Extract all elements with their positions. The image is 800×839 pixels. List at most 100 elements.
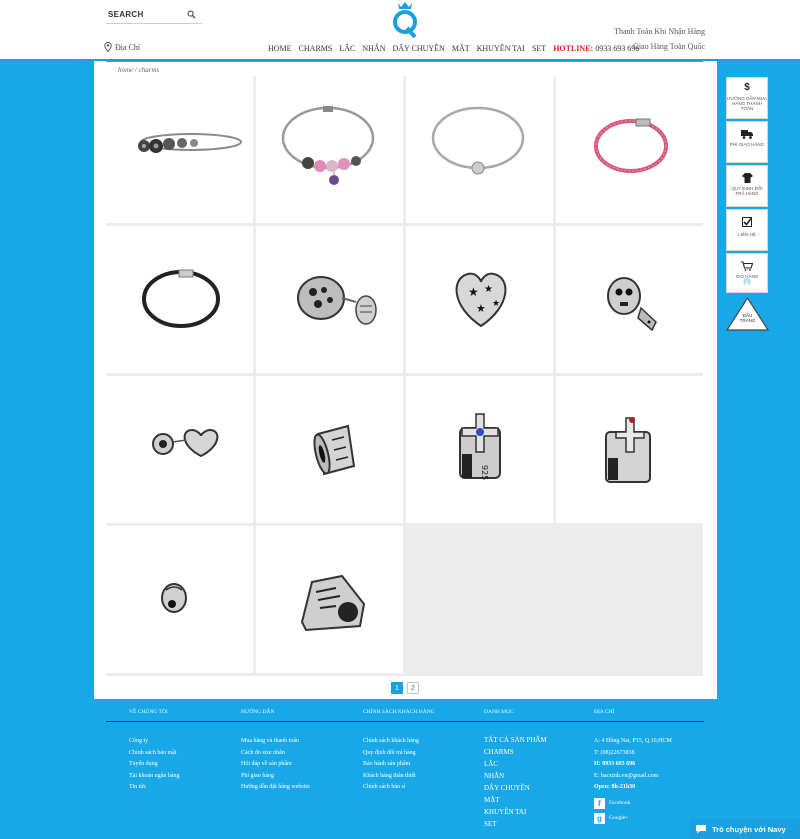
- nav-lac[interactable]: LẮC: [339, 44, 355, 53]
- footer-link[interactable]: Khách hàng thân thiết: [363, 771, 435, 783]
- nav-khuyen-tai[interactable]: KHUYÊN TAI: [477, 44, 525, 53]
- back-to-top-label: ĐẦU TRANG: [739, 313, 756, 323]
- footer-open: Open: 8h-21h30: [594, 784, 636, 790]
- cross-blue-stone-charm-image: 925: [459, 413, 501, 480]
- footer-col-guide: Hướng dẫn Mua hàng và thanh toán Cách đo…: [241, 709, 310, 794]
- sidebar-item-label: Phí giao hàng: [729, 142, 765, 147]
- footer-link[interactable]: NHẪN: [484, 770, 547, 782]
- gift-box-cross-charm-image: [605, 417, 651, 483]
- sidebar-item-shipping-fee[interactable]: Phí giao hàng: [726, 121, 768, 163]
- hotline[interactable]: HOTLINE: 0933 693 696: [553, 44, 639, 53]
- sidebar-item-payment-guide[interactable]: $ Hướng dẫn mua hàng thanh toán: [726, 77, 768, 119]
- product-card[interactable]: [256, 226, 403, 373]
- cart-count: (0): [743, 279, 751, 285]
- footer-link[interactable]: Tuyển dụng: [129, 759, 179, 771]
- pagination: 1 2: [391, 682, 419, 694]
- product-card[interactable]: [556, 76, 703, 223]
- footer-link[interactable]: TẤT CẢ SẢN PHẨM: [484, 734, 547, 746]
- hotline-label: HOTLINE:: [553, 44, 594, 53]
- product-card[interactable]: [106, 376, 253, 523]
- footer-col-contact: Địa chỉ A: 4 Đồng Nai, P15, Q.10,HCM T: …: [594, 709, 672, 824]
- logo-icon[interactable]: [389, 0, 421, 38]
- product-card[interactable]: [106, 526, 253, 673]
- facebook-icon: f: [594, 797, 605, 809]
- search-box[interactable]: SEARCH: [106, 6, 202, 24]
- product-card[interactable]: [556, 226, 703, 373]
- black-leather-bracelet-image: [142, 269, 220, 328]
- page-2-button[interactable]: 2: [407, 682, 419, 694]
- search-input[interactable]: SEARCH: [108, 10, 144, 19]
- footer-col-about: Về chúng tôi Công ty Chính sách bảo mật …: [129, 709, 179, 794]
- checkbox-icon: [742, 217, 752, 227]
- main-content: home / charms ★ ★ ★ ★ 925 1 2: [94, 61, 717, 699]
- google-plus-link[interactable]: g Google+: [594, 812, 672, 824]
- footer-link[interactable]: Công ty: [129, 736, 179, 748]
- product-card[interactable]: ★ ★ ★ ★: [406, 226, 553, 373]
- nav-home[interactable]: HOME: [268, 44, 292, 53]
- footer-email[interactable]: E: bacxinh.vn@gmail.com: [594, 771, 672, 783]
- product-grid: ★ ★ ★ ★ 925: [106, 76, 703, 676]
- footer-link[interactable]: Phí giao hàng: [241, 771, 310, 783]
- skull-charm-image: [607, 277, 657, 332]
- svg-text:925: 925: [480, 465, 489, 480]
- shoe-charm-image: [300, 574, 366, 632]
- shipping-notice: Giao Hàng Toàn Quốc: [633, 42, 705, 51]
- product-card[interactable]: [556, 376, 703, 523]
- footer-link[interactable]: Hướng dẫn đặt hàng website: [241, 782, 310, 794]
- charm-bracelet-pink-image: [281, 106, 375, 185]
- nav-day-chuyen[interactable]: DÂY CHUYỀN: [392, 44, 444, 53]
- sidebar-item-cart[interactable]: Giỏ hàng (0): [726, 253, 768, 293]
- site-footer: Về chúng tôi Công ty Chính sách bảo mật …: [94, 699, 717, 839]
- footer-link[interactable]: MẶT: [484, 794, 547, 806]
- footer-link[interactable]: Chính sách bảo mật: [129, 748, 179, 760]
- product-card[interactable]: 925: [406, 376, 553, 523]
- footer-link[interactable]: SET: [484, 818, 547, 830]
- pink-leather-bracelet-image: [594, 118, 668, 173]
- product-card[interactable]: [106, 76, 253, 223]
- google-plus-label: Google+: [609, 815, 629, 821]
- nav-nhan[interactable]: NHẪN: [362, 44, 385, 53]
- footer-address: A: 4 Đồng Nai, P15, Q.10,HCM: [594, 738, 672, 744]
- page-1-button[interactable]: 1: [391, 682, 403, 694]
- footer-link[interactable]: Tin tức: [129, 782, 179, 794]
- footer-link[interactable]: Mua hàng và thanh toán: [241, 736, 310, 748]
- footer-link[interactable]: Bảo hành sản phẩm: [363, 759, 435, 771]
- product-card[interactable]: [106, 226, 253, 373]
- footer-link[interactable]: CHARMS: [484, 746, 547, 758]
- svg-text:★: ★: [468, 285, 479, 299]
- breadcrumb[interactable]: home / charms: [118, 66, 159, 74]
- footer-link[interactable]: Quy định đổi trả hàng: [363, 748, 435, 760]
- sidebar-item-contact[interactable]: Liên hệ: [726, 209, 768, 251]
- address-link[interactable]: Địa Chỉ: [104, 42, 140, 52]
- site-header: SEARCH Địa Chỉ HOME CHARMS LẮC NHẪN DÂY …: [0, 0, 800, 61]
- product-card[interactable]: [256, 526, 403, 673]
- footer-link[interactable]: Chính sách khách hàng: [363, 736, 435, 748]
- nav-mat[interactable]: MẶT: [452, 44, 470, 53]
- heart-lock-charm-image: [152, 428, 219, 458]
- footer-link[interactable]: LẮC: [484, 758, 547, 770]
- nav-charms[interactable]: CHARMS: [299, 44, 333, 53]
- footer-link[interactable]: Chính sách bán sỉ: [363, 782, 435, 794]
- footer-link[interactable]: Hỏi đáp về sản phẩm: [241, 759, 310, 771]
- product-card[interactable]: [406, 76, 553, 223]
- back-to-top-button[interactable]: ĐẦU TRANG: [726, 297, 769, 331]
- product-card[interactable]: [256, 76, 403, 223]
- dollar-icon: $: [744, 82, 750, 93]
- engraved-barrel-charm-image: [313, 424, 356, 476]
- chat-widget[interactable]: Trò chuyện với Navy: [690, 819, 800, 839]
- product-card[interactable]: [256, 376, 403, 523]
- charm-bracelet-image: [138, 133, 242, 153]
- footer-link[interactable]: KHUYÊN TAI: [484, 806, 547, 818]
- cod-notice: Thanh Toán Khi Nhận Hàng: [614, 27, 705, 36]
- sidebar-item-return-policy[interactable]: Quy định đổi trả hàng: [726, 165, 768, 207]
- footer-tel: T: (08)22673838: [594, 749, 635, 756]
- footer-link[interactable]: DÂY CHUYỀN: [484, 782, 547, 794]
- nav-set[interactable]: SET: [532, 44, 546, 53]
- footer-link[interactable]: Tài khoản ngân hàng: [129, 771, 179, 783]
- footer-link[interactable]: Cách đo size nhẫn: [241, 748, 310, 760]
- sidebar-item-label: Hướng dẫn mua hàng thanh toán: [727, 96, 767, 111]
- svg-text:★: ★: [484, 284, 493, 295]
- search-icon[interactable]: [187, 10, 196, 19]
- facebook-link[interactable]: f Facebook: [594, 797, 672, 809]
- footer-heading: Về chúng tôi: [129, 709, 168, 715]
